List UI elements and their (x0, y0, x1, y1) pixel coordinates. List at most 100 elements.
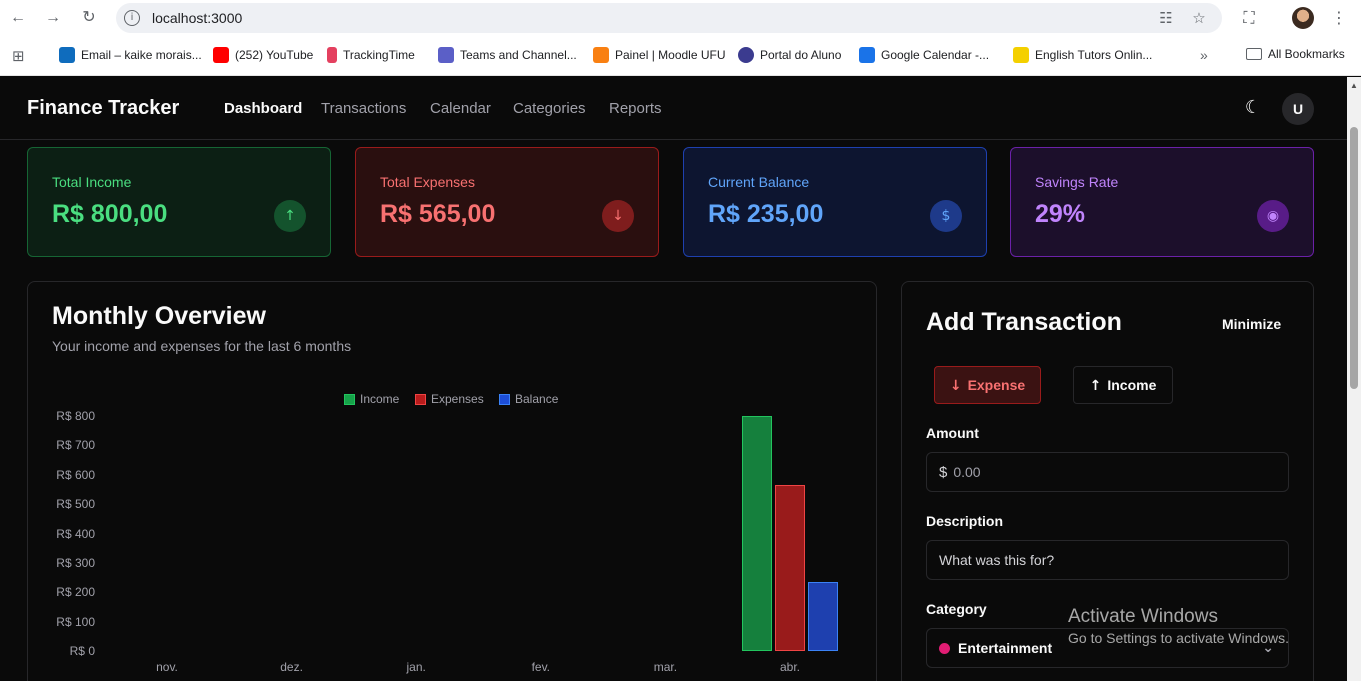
reload-icon[interactable]: ↻ (79, 8, 99, 28)
card-value: 29% (1035, 200, 1086, 228)
y-tick-label: R$ 200 (56, 585, 95, 600)
app-header: Finance Tracker Dashboard Transactions C… (0, 77, 1347, 140)
overview-subtitle: Your income and expenses for the last 6 … (52, 338, 352, 354)
card-current-balance: Current Balance R$ 235,00 $ (683, 147, 987, 257)
bookmark-item[interactable]: Painel | Moodle UFU (593, 47, 726, 63)
amount-input[interactable]: $0.00 (926, 452, 1289, 492)
menu-kebab-icon[interactable]: ⋮ (1328, 8, 1350, 28)
legend-income[interactable]: Income (344, 392, 399, 406)
x-tick-label: nov. (156, 660, 178, 674)
bookmark-item[interactable]: Teams and Channel... (438, 47, 577, 63)
y-tick-label: R$ 500 (56, 497, 95, 512)
x-tick-label: abr. (779, 660, 800, 674)
bookmark-item[interactable]: (252) YouTube (213, 47, 313, 63)
x-tick-label: dez. (280, 660, 303, 674)
expense-toggle-button[interactable]: ↓ Expense (934, 366, 1041, 404)
profile-avatar[interactable] (1292, 7, 1314, 29)
brand-title[interactable]: Finance Tracker (27, 97, 179, 120)
legend-expenses[interactable]: Expenses (415, 392, 484, 406)
bookmark-item[interactable]: Portal do Aluno (738, 47, 841, 63)
bar-expenses-abr[interactable] (775, 485, 805, 651)
piggy-bank-icon: ◉ (1257, 200, 1289, 232)
dollar-icon: $ (939, 464, 948, 481)
arrow-up-icon: ↑ (1089, 378, 1102, 394)
legend-balance[interactable]: Balance (499, 392, 558, 406)
description-label: Description (926, 513, 1004, 529)
monthly-overview-panel: Monthly Overview Your income and expense… (27, 281, 877, 681)
y-tick-label: R$ 300 (56, 555, 95, 570)
translate-icon[interactable]: ☷ (1157, 9, 1175, 27)
bookmark-item[interactable]: English Tutors Onlin... (1013, 47, 1152, 63)
legend-swatch (499, 393, 510, 405)
scroll-up-icon[interactable]: ▲ (1350, 81, 1358, 90)
x-tick-label: fev. (531, 660, 551, 674)
y-tick-label: R$ 0 (69, 644, 95, 658)
windows-activation-watermark: Activate Windows Go to Settings to activ… (1068, 606, 1289, 646)
bar-income-abr[interactable] (742, 416, 772, 651)
scrollbar-thumb[interactable] (1350, 127, 1358, 389)
address-bar[interactable]: i localhost:3000 ☷ ☆ (116, 3, 1222, 33)
site-info-icon[interactable]: i (124, 10, 140, 26)
income-toggle-button[interactable]: ↑ Income (1073, 366, 1173, 404)
minimize-button[interactable]: Minimize (1222, 316, 1281, 332)
calendar-icon (859, 47, 875, 63)
legend-label: Expenses (431, 392, 484, 406)
nav-dashboard[interactable]: Dashboard (224, 100, 302, 117)
legend-swatch (344, 393, 355, 405)
url-text[interactable]: localhost:3000 (152, 10, 242, 26)
back-icon[interactable]: ← (8, 8, 28, 28)
browser-toolbar: ← → ↻ i localhost:3000 ☷ ☆ ⛶ ⋮ (0, 0, 1361, 36)
nav-calendar[interactable]: Calendar (430, 100, 491, 117)
bookmarks-bar: ⊞ Email – kaike morais... (252) YouTube … (0, 36, 1361, 76)
app-root: Finance Tracker Dashboard Transactions C… (0, 77, 1347, 681)
bookmark-item[interactable]: Google Calendar -... (859, 47, 989, 63)
card-label: Total Expenses (380, 174, 475, 190)
amount-placeholder: 0.00 (953, 464, 981, 480)
y-tick-label: R$ 400 (56, 526, 95, 541)
forward-icon[interactable]: → (43, 8, 63, 28)
legend-label: Income (360, 392, 400, 406)
category-color-dot (939, 643, 950, 654)
trackingtime-icon (327, 47, 337, 63)
x-tick-label: mar. (653, 660, 678, 674)
teams-icon (438, 47, 454, 63)
bookmark-item[interactable]: TrackingTime (327, 47, 415, 63)
card-total-expenses: Total Expenses R$ 565,00 ↓ (355, 147, 659, 257)
legend-swatch (415, 393, 426, 405)
page-scrollbar[interactable]: ▲ (1347, 77, 1361, 681)
card-savings-rate: Savings Rate 29% ◉ (1010, 147, 1314, 257)
legend-label: Balance (515, 392, 559, 406)
overview-title: Monthly Overview (52, 302, 266, 330)
more-bookmarks-icon[interactable]: » (1200, 47, 1208, 63)
nav-categories[interactable]: Categories (513, 100, 586, 117)
nav-transactions[interactable]: Transactions (321, 100, 406, 117)
outlook-icon (59, 47, 75, 63)
y-tick-label: R$ 700 (56, 438, 95, 453)
watermark-line2: Go to Settings to activate Windows. (1068, 630, 1289, 646)
apps-grid-icon[interactable]: ⊞ (12, 47, 25, 65)
bookmark-item[interactable]: Email – kaike morais... (59, 47, 202, 63)
bar-balance-abr[interactable] (808, 581, 838, 651)
moodle-icon (593, 47, 609, 63)
all-bookmarks[interactable]: All Bookmarks (1246, 47, 1345, 61)
x-tick-label: jan. (406, 660, 426, 674)
moon-icon[interactable]: ☾ (1242, 97, 1264, 119)
youtube-icon (213, 47, 229, 63)
user-avatar[interactable]: U (1282, 93, 1314, 125)
category-value: Entertainment (958, 640, 1053, 656)
amount-label: Amount (926, 425, 979, 441)
extensions-icon[interactable]: ⛶ (1238, 8, 1260, 28)
folder-icon (1246, 48, 1262, 60)
arrow-up-icon: ↑ (274, 200, 306, 232)
card-value: R$ 565,00 (380, 200, 496, 228)
description-input[interactable]: What was this for? (926, 540, 1289, 580)
card-total-income: Total Income R$ 800,00 ↑ (27, 147, 331, 257)
card-value: R$ 235,00 (708, 200, 824, 228)
watermark-line1: Activate Windows (1068, 606, 1218, 627)
card-label: Total Income (52, 174, 132, 190)
star-icon[interactable]: ☆ (1190, 9, 1208, 27)
arrow-down-icon: ↓ (602, 200, 634, 232)
nav-reports[interactable]: Reports (609, 100, 662, 117)
y-tick-label: R$ 800 (56, 409, 95, 423)
y-tick-label: R$ 600 (56, 467, 95, 482)
